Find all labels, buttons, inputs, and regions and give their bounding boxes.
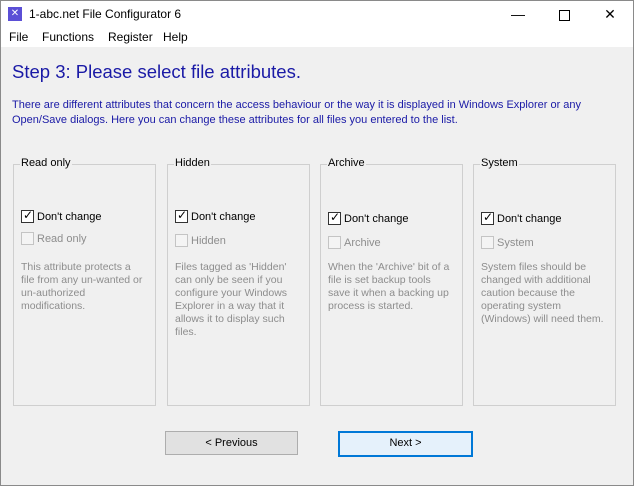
group-hidden: Hidden ✓ Don't change Hidden Files tagge… — [167, 157, 310, 406]
menu-functions[interactable]: Functions — [41, 29, 95, 45]
checkbox-label: Don't change — [344, 213, 409, 225]
wizard-content: Step 3: Please select file attributes. T… — [1, 47, 633, 485]
maximize-button[interactable] — [541, 1, 587, 27]
group-note: This attribute protects a file from any … — [21, 261, 143, 312]
checkbox-box[interactable] — [175, 234, 188, 247]
menu-bar: File Functions Register Help — [1, 27, 633, 47]
page-title: Step 3: Please select file attributes. — [12, 61, 301, 82]
app-window: ✕ 1-abc.net File Configurator 6 — ✕ File… — [0, 0, 634, 486]
checkmark-icon: ✓ — [330, 210, 341, 224]
checkbox-label: Read only — [37, 233, 87, 245]
checkbox-label: Don't change — [191, 211, 256, 223]
close-button[interactable]: ✕ — [587, 1, 633, 27]
checkmark-icon: ✓ — [23, 208, 34, 222]
checkbox-box[interactable] — [481, 236, 494, 249]
checkbox-label: Archive — [344, 237, 381, 249]
checkbox-box[interactable]: ✓ — [481, 210, 494, 225]
previous-button[interactable]: < Previous — [165, 431, 298, 455]
group-system: System ✓ Don't change System System file… — [473, 157, 616, 406]
group-read-only: Read only ✓ Don't change Read only This … — [13, 157, 156, 406]
menu-help[interactable]: Help — [162, 29, 189, 45]
title-bar[interactable]: ✕ 1-abc.net File Configurator 6 — ✕ — [1, 1, 633, 27]
group-legend: System — [480, 157, 519, 169]
checkmark-icon: ✓ — [177, 208, 188, 222]
group-archive: Archive ✓ Don't change Archive When the … — [320, 157, 463, 406]
checkbox-box[interactable] — [328, 236, 341, 249]
checkbox-label: Don't change — [37, 211, 102, 223]
group-note: Files tagged as 'Hidden' can only be see… — [175, 261, 288, 338]
group-legend: Archive — [327, 157, 366, 169]
checkbox-label: Don't change — [497, 213, 562, 225]
menu-register[interactable]: Register — [107, 29, 154, 45]
checkbox-box[interactable]: ✓ — [328, 210, 341, 225]
checkmark-icon: ✓ — [483, 210, 494, 224]
group-legend: Read only — [20, 157, 72, 169]
step-description: There are different attributes that conc… — [12, 99, 582, 126]
next-button[interactable]: Next > — [338, 431, 473, 457]
checkbox-box[interactable]: ✓ — [175, 208, 188, 223]
checkbox-label: Hidden — [191, 235, 226, 247]
group-note: When the 'Archive' bit of a file is set … — [328, 261, 450, 312]
minimize-button[interactable]: — — [495, 1, 541, 27]
menu-file[interactable]: File — [8, 29, 29, 45]
maximize-icon — [558, 9, 570, 21]
window-title: 1-abc.net File Configurator 6 — [29, 7, 182, 21]
checkbox-label: System — [497, 237, 534, 249]
group-legend: Hidden — [174, 157, 211, 169]
tools-icon: ✕ — [8, 7, 22, 21]
group-note: System files should be changed with addi… — [481, 261, 604, 325]
checkbox-box[interactable]: ✓ — [21, 208, 34, 223]
checkbox-box[interactable] — [21, 232, 34, 245]
